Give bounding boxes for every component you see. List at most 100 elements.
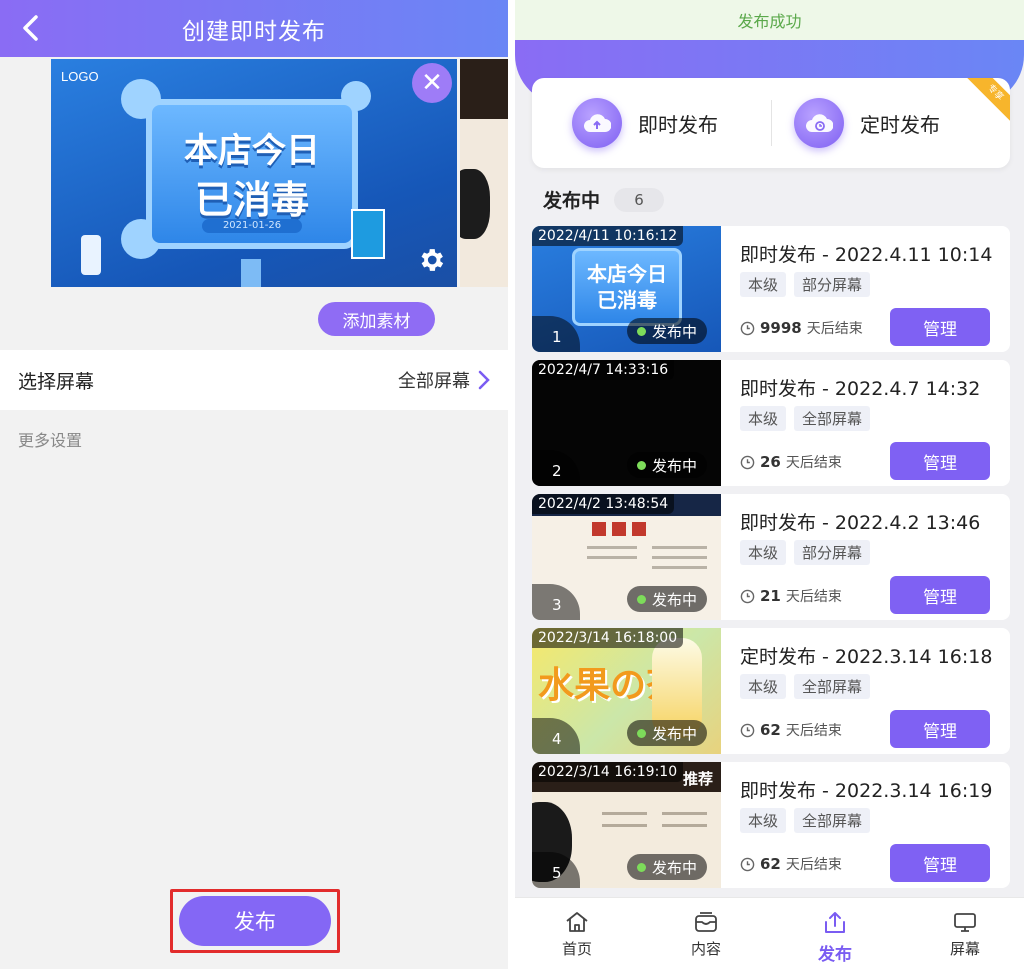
highlight-box bbox=[170, 889, 340, 953]
item-thumbnail[interactable]: 水果の茶 2022/3/14 16:18:00 4 发布中 bbox=[532, 628, 721, 754]
remaining-time: 9998 天后结束 bbox=[740, 318, 863, 338]
chevron-right-icon bbox=[478, 370, 490, 390]
clock-icon bbox=[740, 455, 755, 469]
list-item[interactable]: 推荐 2022/3/14 16:19:10 5 发布中 即时发布 - 2022.… bbox=[532, 762, 1010, 888]
cloud-upload-icon bbox=[572, 98, 622, 148]
remaining-time: 62 天后结束 bbox=[740, 854, 842, 874]
tag-screens: 全部屏幕 bbox=[794, 808, 871, 833]
status-badge: 发布中 bbox=[627, 720, 708, 746]
section-header: 发布中 6 bbox=[543, 186, 665, 213]
manage-button[interactable]: 管理 bbox=[890, 308, 990, 346]
content-box-icon bbox=[695, 912, 717, 932]
item-title: 即时发布 - 2022.4.2 13:46 bbox=[740, 512, 981, 534]
item-thumbnail[interactable]: 本店今日 已消毒 2022/4/11 10:16:12 1 发布中 bbox=[532, 226, 721, 352]
bottle-icon bbox=[81, 235, 101, 275]
poster-line2: 已消毒 bbox=[194, 178, 309, 222]
manage-button[interactable]: 管理 bbox=[890, 844, 990, 882]
instant-publish-button[interactable]: 即时发布 bbox=[572, 98, 718, 148]
list-item[interactable]: 本店今日 已消毒 2022/4/11 10:16:12 1 发布中 即时发布 - … bbox=[532, 226, 1010, 352]
list-item[interactable]: 2022/4/7 14:33:16 2 发布中 即时发布 - 2022.4.7 … bbox=[532, 360, 1010, 486]
tab-content[interactable]: 内容 bbox=[666, 910, 746, 959]
clock-icon bbox=[740, 857, 755, 871]
poster-date: 2021-01-26 bbox=[202, 219, 302, 233]
decoration bbox=[460, 169, 490, 239]
material-thumbnail[interactable]: LOGO 本店今日 已消毒 2021-01-26 bbox=[51, 59, 457, 287]
item-timestamp: 2022/4/11 10:16:12 bbox=[532, 226, 684, 246]
remaining-time: 21 天后结束 bbox=[740, 586, 842, 606]
item-index: 2 bbox=[532, 450, 580, 486]
instant-publish-label: 即时发布 bbox=[638, 112, 718, 137]
tab-home[interactable]: 首页 bbox=[537, 910, 617, 959]
tag-level: 本级 bbox=[740, 406, 787, 431]
create-instant-publish-screen: 创建即时发布 LOGO 本店今日 已消毒 2021-01-26 ✕ 添加素材 选… bbox=[0, 0, 508, 969]
tag-level: 本级 bbox=[740, 808, 787, 833]
tab-screens[interactable]: 屏幕 bbox=[925, 910, 1005, 959]
divider bbox=[771, 100, 772, 146]
item-tags: 本级 部分屏幕 bbox=[740, 272, 871, 297]
material-settings-button[interactable] bbox=[414, 243, 448, 277]
item-timestamp: 2022/4/7 14:33:16 bbox=[532, 360, 675, 380]
manage-button[interactable]: 管理 bbox=[890, 576, 990, 614]
decoration bbox=[662, 812, 707, 815]
item-tags: 本级 部分屏幕 bbox=[740, 540, 871, 565]
clock-icon bbox=[740, 723, 755, 737]
item-index: 4 bbox=[532, 718, 580, 754]
tab-content-label: 内容 bbox=[690, 940, 721, 958]
tag-level: 本级 bbox=[740, 674, 787, 699]
status-dot-icon bbox=[637, 594, 646, 604]
remaining-time: 26 天后结束 bbox=[740, 452, 842, 472]
item-thumbnail[interactable]: 2022/4/7 14:33:16 2 发布中 bbox=[532, 360, 721, 486]
list-item[interactable]: 2022/4/2 13:48:54 3 发布中 即时发布 - 2022.4.2 … bbox=[532, 494, 1010, 620]
item-tags: 本级 全部屏幕 bbox=[740, 674, 871, 699]
item-index: 5 bbox=[532, 852, 580, 888]
decoration bbox=[662, 824, 707, 827]
select-screen-value: 全部屏幕 bbox=[398, 371, 470, 392]
tag-level: 本级 bbox=[740, 272, 787, 297]
status-dot-icon bbox=[637, 728, 646, 738]
item-title: 即时发布 - 2022.4.7 14:32 bbox=[740, 378, 981, 400]
poster-board: 本店今日 已消毒 2021-01-26 bbox=[146, 99, 358, 249]
decoration bbox=[587, 546, 637, 549]
decoration bbox=[632, 522, 646, 536]
tag-screens: 全部屏幕 bbox=[794, 674, 871, 699]
manage-button[interactable]: 管理 bbox=[890, 710, 990, 748]
item-tags: 本级 全部屏幕 bbox=[740, 406, 871, 431]
thumbnail-recommend-label: 推荐 bbox=[682, 770, 713, 788]
material-thumbnail-second[interactable] bbox=[460, 59, 508, 287]
section-title: 发布中 bbox=[543, 190, 601, 212]
upload-icon bbox=[825, 912, 845, 933]
remaining-time: 62 天后结束 bbox=[740, 720, 842, 740]
item-thumbnail[interactable]: 2022/4/2 13:48:54 3 发布中 bbox=[532, 494, 721, 620]
header-bar: 创建即时发布 bbox=[0, 0, 508, 57]
home-icon bbox=[566, 912, 588, 932]
select-screen-label: 选择屏幕 bbox=[18, 370, 95, 393]
item-timestamp: 2022/4/2 13:48:54 bbox=[532, 494, 675, 514]
divider bbox=[508, 0, 515, 969]
tab-publish[interactable]: 发布 bbox=[795, 910, 875, 965]
select-screen-row[interactable]: 选择屏幕 全部屏幕 bbox=[0, 350, 508, 410]
item-thumbnail[interactable]: 推荐 2022/3/14 16:19:10 5 发布中 bbox=[532, 762, 721, 888]
decoration bbox=[652, 566, 707, 569]
decoration bbox=[592, 522, 606, 536]
poster-line1: 本店今日 bbox=[184, 131, 320, 171]
add-material-button[interactable]: 添加素材 bbox=[318, 302, 435, 336]
clock-icon bbox=[740, 589, 755, 603]
more-settings-label[interactable]: 更多设置 bbox=[18, 427, 82, 451]
manage-button[interactable]: 管理 bbox=[890, 442, 990, 480]
remove-material-button[interactable]: ✕ bbox=[412, 63, 452, 103]
tag-level: 本级 bbox=[740, 540, 787, 565]
decoration bbox=[602, 812, 647, 815]
poster-stand bbox=[241, 259, 261, 287]
list-item[interactable]: 水果の茶 2022/3/14 16:18:00 4 发布中 定时发布 - 202… bbox=[532, 628, 1010, 754]
tag-screens: 部分屏幕 bbox=[794, 272, 871, 297]
clock-icon bbox=[740, 321, 755, 335]
logo-text: LOGO bbox=[61, 69, 99, 84]
decoration bbox=[587, 556, 637, 559]
status-badge: 发布中 bbox=[627, 854, 708, 880]
item-tags: 本级 全部屏幕 bbox=[740, 808, 871, 833]
tab-publish-label: 发布 bbox=[818, 945, 852, 965]
item-title: 定时发布 - 2022.3.14 16:18 bbox=[740, 646, 993, 668]
status-badge: 发布中 bbox=[627, 586, 708, 612]
scheduled-publish-button[interactable]: 定时发布 bbox=[794, 98, 940, 148]
publish-list: 本店今日 已消毒 2022/4/11 10:16:12 1 发布中 即时发布 - … bbox=[532, 226, 1010, 896]
